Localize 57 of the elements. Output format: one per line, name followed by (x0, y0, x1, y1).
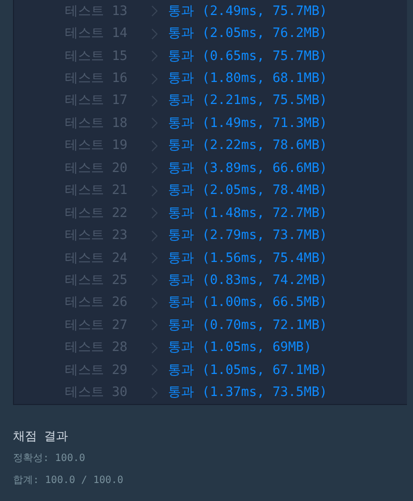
chevron-right-icon (151, 117, 158, 130)
chevron-right-icon (151, 50, 158, 62)
test-result: 통과 (168, 296, 194, 310)
test-detail: (1.49ms, 71.3MB) (202, 116, 328, 130)
summary-line: 합계: 100.0 / 100.0 (13, 474, 124, 488)
test-result: 통과 (168, 229, 194, 242)
test-detail: (2.79ms, 73.7MB) (202, 229, 328, 242)
chevron-right-icon (151, 207, 158, 220)
chevron-right-icon (151, 274, 158, 286)
chevron-right-icon (151, 342, 158, 354)
test-detail: (0.70ms, 72.1MB) (202, 318, 328, 332)
test-result: 통과 (168, 50, 194, 63)
test-result: 통과 (168, 162, 194, 175)
test-result: 통과 (168, 274, 194, 287)
chevron-right-icon (151, 72, 158, 85)
summary-line: 정확성: 100.0 (13, 452, 86, 466)
test-result: 통과 (168, 252, 194, 265)
test-detail: (1.05ms, 69MB) (202, 341, 312, 354)
chevron-right-icon (151, 364, 158, 376)
test-detail: (0.65ms, 75.7MB) (202, 50, 328, 63)
test-detail: (1.00ms, 66.5MB) (202, 296, 328, 310)
chevron-right-icon (151, 162, 158, 174)
test-detail: (2.22ms, 78.6MB) (202, 139, 328, 152)
chevron-right-icon (151, 28, 158, 40)
test-result: 통과 (168, 27, 194, 40)
chevron-right-icon (151, 140, 158, 152)
chevron-right-icon (151, 252, 158, 264)
chevron-right-icon (151, 5, 158, 18)
test-result: 통과 (168, 364, 194, 377)
test-detail: (2.05ms, 78.4MB) (202, 184, 328, 198)
chevron-right-icon (151, 94, 158, 107)
summary-title: 채점 결과 (13, 428, 70, 445)
chevron-right-icon (151, 230, 158, 242)
test-detail: (3.89ms, 66.6MB) (202, 162, 328, 175)
chevron-right-icon (151, 184, 158, 197)
test-detail: (1.48ms, 72.7MB) (202, 206, 328, 220)
test-result: 통과 (168, 139, 194, 152)
test-result: 통과 (168, 4, 194, 18)
test-result: 통과 (168, 184, 194, 198)
test-result: 통과 (168, 341, 194, 354)
test-detail: (0.83ms, 74.2MB) (202, 274, 328, 287)
test-detail: (2.49ms, 75.7MB) (202, 4, 328, 18)
test-detail: (1.37ms, 73.5MB) (202, 386, 328, 400)
test-result: 통과 (168, 94, 194, 108)
test-detail: (1.05ms, 67.1MB) (202, 364, 328, 377)
test-result: 통과 (168, 206, 194, 220)
chevron-right-icon (151, 296, 158, 309)
test-detail: (2.05ms, 76.2MB) (202, 27, 328, 40)
test-result: 통과 (168, 386, 194, 400)
test-result: 통과 (168, 116, 194, 130)
test-result: 통과 (168, 72, 194, 86)
chevron-right-icon (151, 386, 158, 399)
test-detail: (1.80ms, 68.1MB) (202, 72, 328, 86)
chevron-right-icon (151, 319, 158, 332)
test-result: 통과 (168, 318, 194, 332)
test-detail: (1.56ms, 75.4MB) (202, 252, 328, 265)
test-detail: (2.21ms, 75.5MB) (202, 94, 328, 108)
